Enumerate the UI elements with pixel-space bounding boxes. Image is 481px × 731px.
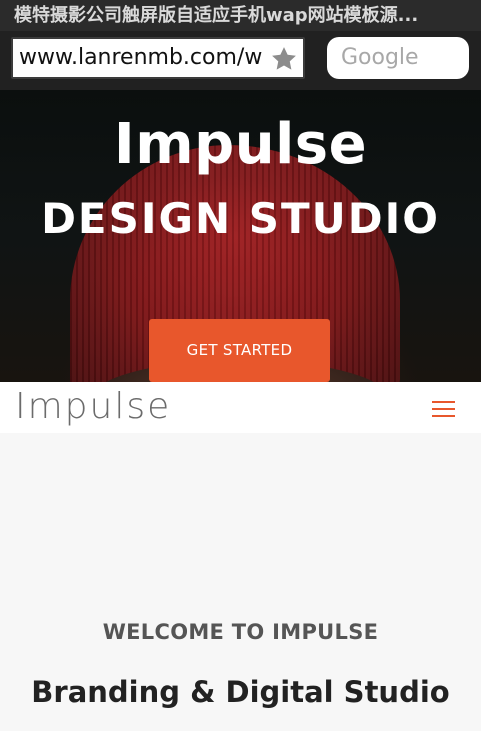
welcome-section: WELCOME TO IMPULSE Branding & Digital St… bbox=[0, 433, 481, 731]
tagline-heading: Branding & Digital Studio bbox=[31, 675, 450, 709]
search-placeholder: Google bbox=[341, 45, 419, 70]
hero-title: Impulse bbox=[113, 112, 368, 177]
site-navbar: Impulse bbox=[0, 382, 481, 433]
search-field[interactable]: Google bbox=[327, 37, 469, 79]
hero-subtitle: DESIGN STUDIO bbox=[41, 194, 440, 243]
url-field[interactable]: www.lanrenmb.com/w bbox=[11, 37, 305, 79]
site-logo[interactable]: Impulse bbox=[15, 384, 171, 430]
browser-page-title: 模特摄影公司触屏版自适应手机wap网站模板源... bbox=[0, 0, 481, 31]
browser-toolbar: www.lanrenmb.com/w Google bbox=[0, 31, 481, 90]
hero-banner: Impulse DESIGN STUDIO GET STARTED bbox=[0, 90, 481, 382]
get-started-button[interactable]: GET STARTED bbox=[149, 319, 330, 382]
hamburger-menu-icon[interactable] bbox=[432, 401, 455, 417]
welcome-heading: WELCOME TO IMPULSE bbox=[102, 620, 379, 644]
url-text[interactable]: www.lanrenmb.com/w bbox=[19, 39, 267, 77]
star-icon[interactable] bbox=[269, 44, 299, 74]
